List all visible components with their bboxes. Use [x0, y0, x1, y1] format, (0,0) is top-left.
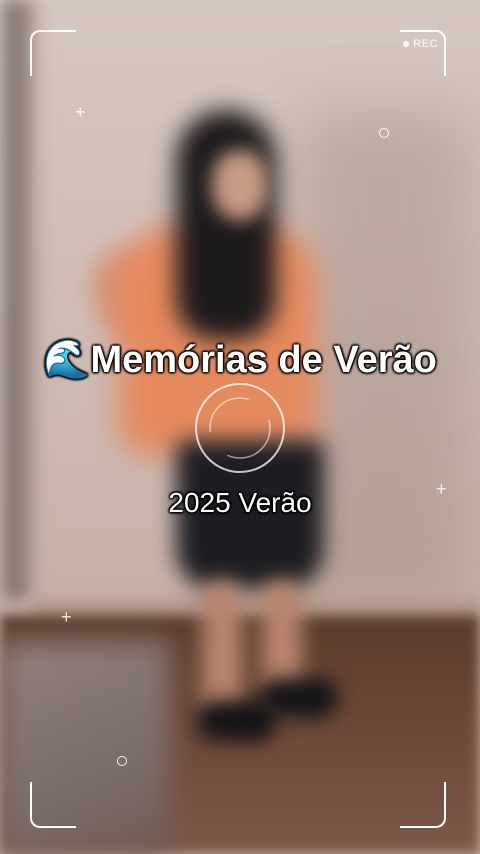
frame-corner-bottom-right	[400, 782, 446, 828]
person-shoe-right	[258, 678, 338, 718]
plus-sparkle-icon: +	[75, 102, 86, 122]
overlay-title: 🌊Memórias de Verão	[43, 339, 437, 381]
frame-corner-bottom-left	[30, 782, 76, 828]
plus-sparkle-icon: +	[61, 607, 72, 627]
rec-dot-icon	[403, 41, 410, 47]
person-face	[212, 150, 268, 220]
rec-indicator: REC	[403, 38, 438, 50]
ring-sparkle-icon	[379, 128, 389, 138]
ring-sparkle-icon	[117, 756, 127, 766]
rec-label: REC	[413, 38, 438, 50]
focus-target-icon	[192, 380, 288, 476]
frame-corner-top-right	[400, 30, 446, 76]
floor-reflection	[0, 640, 170, 854]
door-frame	[0, 0, 40, 600]
overlay-subtitle: 2025 Verão	[168, 487, 312, 518]
frame-corner-top-left	[30, 30, 76, 76]
person-hair	[176, 110, 276, 340]
